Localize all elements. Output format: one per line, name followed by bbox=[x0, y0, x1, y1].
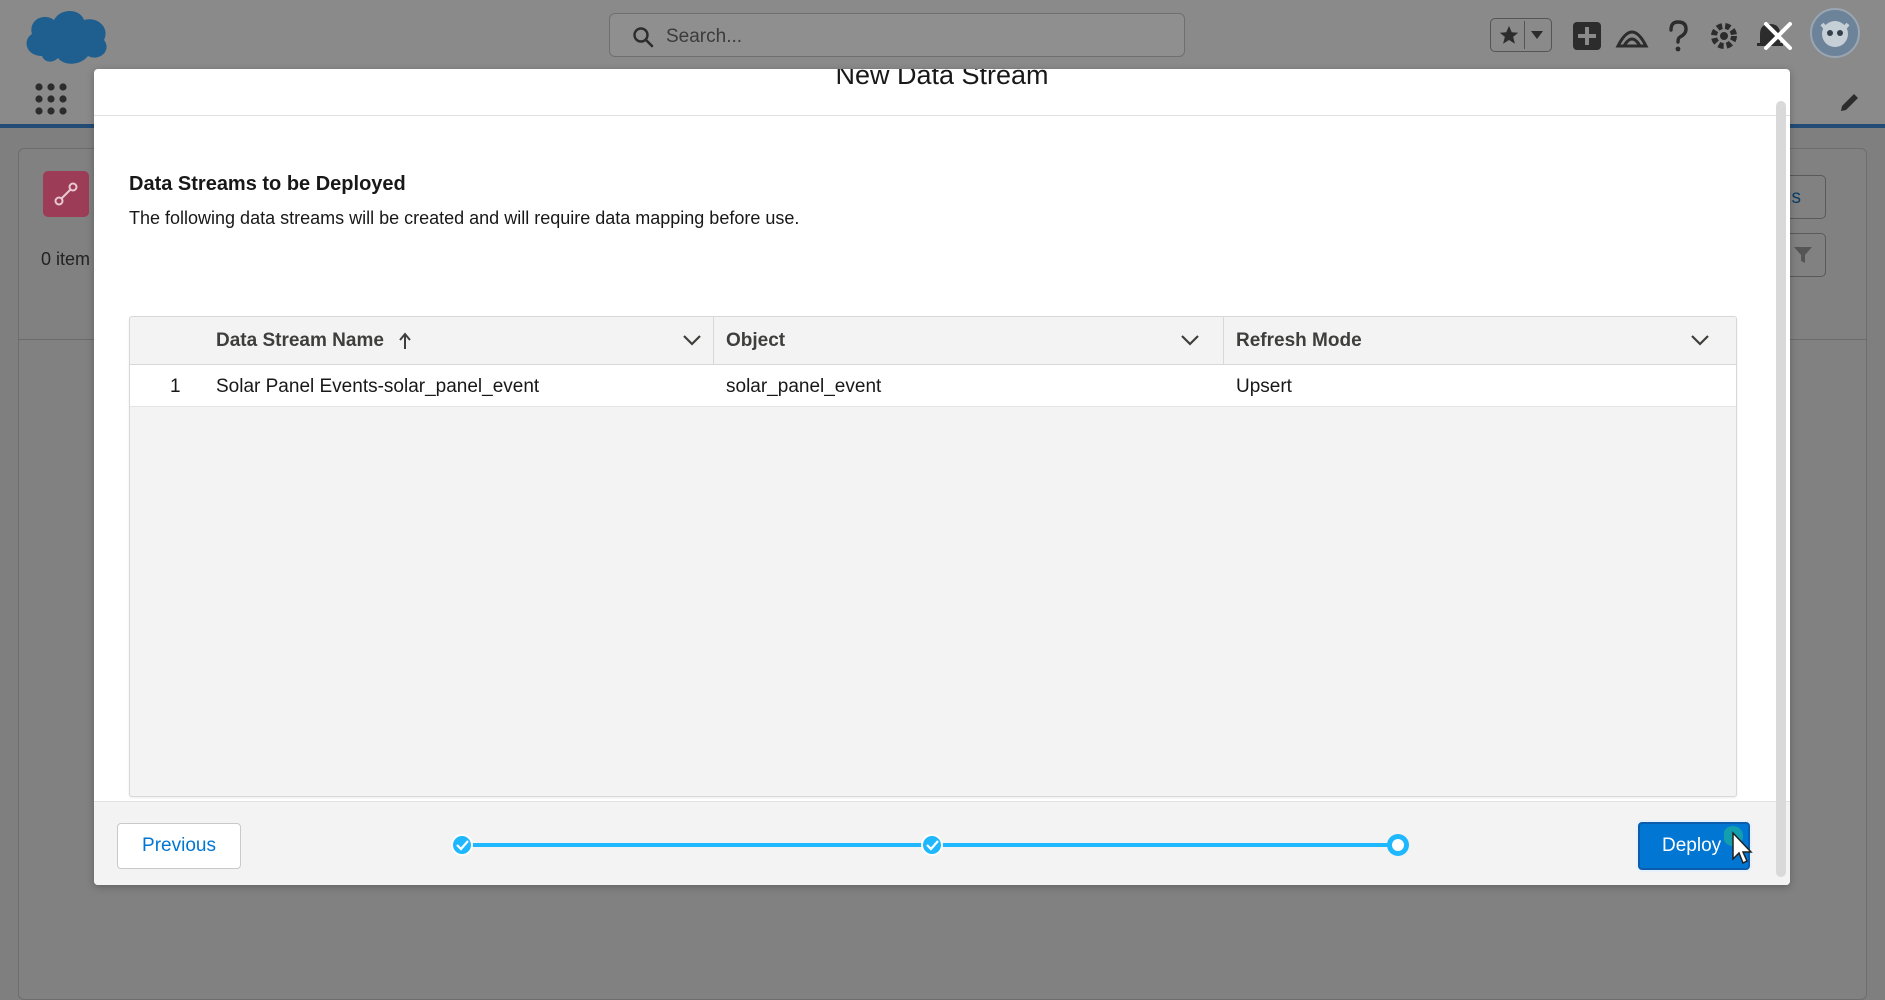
chevron-down-icon[interactable] bbox=[1180, 332, 1200, 348]
chevron-down-icon[interactable] bbox=[1529, 29, 1545, 41]
item-count: 0 item bbox=[41, 249, 91, 269]
chevron-down-icon[interactable] bbox=[1690, 332, 1710, 348]
row-number: 1 bbox=[170, 376, 181, 397]
salesforce-cloud-logo[interactable] bbox=[20, 6, 112, 66]
app-launcher-icon[interactable] bbox=[34, 82, 68, 116]
global-header: Search... bbox=[0, 0, 1885, 72]
progress-step-3-current[interactable] bbox=[1387, 834, 1409, 856]
cell-object: solar_panel_event bbox=[726, 376, 882, 397]
section-title: Data Streams to be Deployed bbox=[129, 173, 406, 195]
star-icon[interactable] bbox=[1498, 24, 1520, 46]
column-header-object[interactable]: Object bbox=[713, 317, 1223, 364]
data-stream-object-icon bbox=[43, 171, 89, 217]
progress-step-1-checkmark-icon[interactable] bbox=[451, 834, 473, 856]
table-row[interactable]: 1 Solar Panel Events-solar_panel_event s… bbox=[130, 365, 1736, 407]
chevron-down-icon[interactable] bbox=[682, 332, 702, 348]
cell-data-stream-name: Solar Panel Events-solar_panel_event bbox=[216, 376, 540, 397]
data-streams-table: Data Stream Name Object Refresh Mode 1 S… bbox=[129, 316, 1737, 797]
column-header-data-stream-name[interactable]: Data Stream Name bbox=[216, 317, 713, 364]
trailhead-icon[interactable] bbox=[1614, 18, 1650, 54]
modal-title: New Data Stream bbox=[835, 69, 1049, 90]
search-placeholder: Search... bbox=[666, 26, 743, 47]
cell-refresh-mode: Upsert bbox=[1236, 376, 1292, 397]
progress-step-2-checkmark-icon[interactable] bbox=[921, 834, 943, 856]
plus-icon[interactable] bbox=[1569, 18, 1605, 54]
modal-body: Data Streams to be Deployed The followin… bbox=[94, 116, 1790, 801]
modal-footer: Previous Deploy bbox=[94, 801, 1790, 885]
column-label: Data Stream Name bbox=[216, 330, 384, 351]
section-description: The following data streams will be creat… bbox=[129, 208, 800, 228]
link-icon bbox=[54, 182, 78, 206]
search-icon bbox=[633, 27, 654, 48]
table-header: Data Stream Name Object Refresh Mode bbox=[130, 317, 1736, 365]
new-data-stream-modal: New Data Stream Data Streams to be Deplo… bbox=[94, 69, 1790, 885]
close-icon[interactable] bbox=[1756, 14, 1800, 58]
filter-icon bbox=[1794, 247, 1812, 263]
modal-scrollbar[interactable] bbox=[1776, 101, 1786, 877]
column-label: Object bbox=[726, 330, 786, 351]
help-icon[interactable] bbox=[1660, 18, 1696, 54]
sort-up-arrow-icon[interactable] bbox=[398, 332, 412, 350]
modal-header: New Data Stream bbox=[94, 69, 1790, 116]
astro-avatar-icon bbox=[1820, 21, 1850, 47]
gear-icon[interactable] bbox=[1706, 18, 1742, 54]
favorites-button-group[interactable] bbox=[1490, 18, 1552, 52]
global-search-input[interactable]: Search... bbox=[609, 13, 1185, 57]
column-label: Refresh Mode bbox=[1236, 330, 1362, 351]
column-header-refresh-mode[interactable]: Refresh Mode bbox=[1223, 317, 1736, 364]
pencil-icon[interactable] bbox=[1838, 90, 1862, 114]
progress-indicator bbox=[451, 834, 1409, 856]
avatar[interactable] bbox=[1810, 8, 1860, 58]
previous-button[interactable]: Previous bbox=[117, 823, 241, 869]
deploy-button[interactable]: Deploy bbox=[1638, 822, 1750, 870]
